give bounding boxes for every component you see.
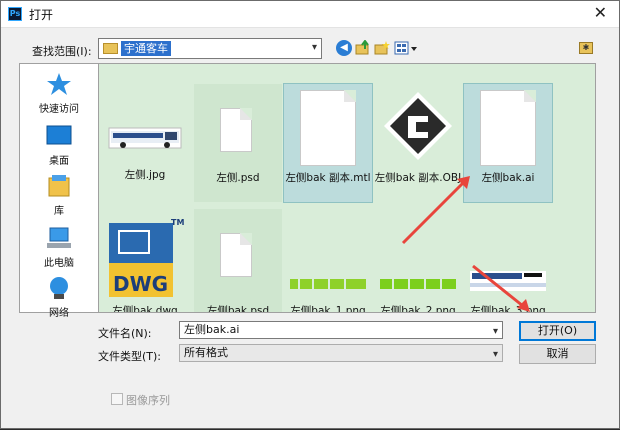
image-sequence-checkbox[interactable]: 图像序列 [111,392,170,408]
library-icon [48,175,70,197]
obj-file-icon [384,92,452,160]
up-folder-button[interactable] [355,39,371,56]
file-name: 左侧bak_2.png [380,305,456,313]
filename-value: 左侧bak.ai [184,323,240,336]
filetype-label: 文件类型(T): [98,350,162,363]
checkbox-icon [111,393,123,405]
lookin-value: 宇通客车 [121,41,171,56]
dwg-file-icon: DWG TM [109,218,184,297]
image-thumbnail-icon [108,127,182,149]
file-item[interactable]: 左侧bak.psd [194,209,282,313]
place-library[interactable]: 库 [20,174,98,217]
svg-text:DWG: DWG [113,272,168,296]
image-strip-icon [290,279,366,289]
chevron-down-icon: ▾ [492,349,498,360]
place-this-pc[interactable]: 此电脑 [20,226,98,269]
up-folder-icon [355,39,369,55]
file-item[interactable]: 左侧.psd [194,84,282,202]
photoshop-app-icon: Ps [8,7,22,21]
filename-label: 文件名(N): [98,327,152,340]
view-menu-button[interactable] [394,40,418,56]
chevron-down-icon: ▾ [311,42,317,53]
file-item[interactable]: 左侧bak_2.png [374,209,462,313]
filetype-value: 所有格式 [184,346,228,359]
file-name: 左侧bak.ai [481,172,535,184]
image-strip-icon [380,279,456,289]
svg-text:TM: TM [171,218,184,227]
document-icon [300,90,356,166]
place-desktop[interactable]: 桌面 [20,124,98,167]
file-name: 左侧bak.dwg [112,305,178,313]
chevron-down-icon[interactable]: ▾ [493,324,498,340]
file-item-selected[interactable]: 左侧bak.ai [463,83,553,203]
lookin-dropdown[interactable]: 宇通客车 ▾ [98,38,322,59]
desktop-icon [46,125,72,145]
file-name: 左侧bak 副本.OBJ [374,172,462,184]
folder-icon [103,43,118,54]
file-name: 左侧bak.psd [206,305,270,313]
place-label: 快速访问 [39,104,79,115]
title-bar: Ps 打开 ✕ [1,1,619,28]
file-name: 左侧bak_3.png [470,305,546,313]
place-label: 网络 [49,308,69,319]
image-sequence-label: 图像序列 [126,394,170,407]
place-network[interactable]: 网络 [20,276,98,319]
star-icon [47,73,71,95]
filetype-dropdown[interactable]: 所有格式 ▾ [179,344,503,362]
open-button[interactable]: 打开(O) [519,321,596,341]
new-folder-button[interactable] [374,40,390,56]
close-button[interactable]: ✕ [594,4,607,22]
place-label: 桌面 [49,156,69,167]
document-icon [220,108,252,152]
image-thumbnail-icon [470,271,546,291]
file-item[interactable]: 左侧bak 副本.OBJ [374,84,462,202]
file-item[interactable]: 左侧bak_1.png [284,209,372,313]
place-label: 库 [54,206,64,217]
filename-input[interactable]: 左侧bak.ai ▾ [179,321,503,339]
computer-icon [47,227,71,248]
places-bar: 快速访问 桌面 库 此电脑 网络 [19,63,99,319]
open-dialog: Ps 打开 ✕ 查找范围(I): 宇通客车 ▾ ◀ ✱ 快速访问 桌面 库 此电… [0,0,620,429]
folder-star-icon[interactable]: ✱ [579,42,593,54]
file-name: 左侧.jpg [124,169,166,181]
file-item[interactable]: 左侧.jpg [101,64,189,182]
file-item[interactable]: 左侧bak_3.png [464,209,552,313]
place-label: 此电脑 [44,258,74,269]
lookin-label: 查找范围(I): [32,45,92,58]
place-quick-access[interactable]: 快速访问 [20,72,98,115]
dialog-title: 打开 [29,8,54,22]
cancel-button[interactable]: 取消 [519,344,596,364]
file-list: 左侧.jpg 左侧.psd 左侧bak 副本.mtl 左侧bak 副本.OBJ … [98,63,596,313]
file-name: 左侧bak 副本.mtl [285,172,371,184]
view-menu-icon [394,41,417,55]
file-item[interactable]: 左侧bak 副本.mtl [283,83,373,203]
back-button[interactable]: ◀ [336,40,352,56]
file-item[interactable]: DWG TM 左侧bak.dwg [101,209,189,313]
new-folder-icon [374,41,390,55]
file-name: 左侧.psd [216,172,260,184]
network-icon [50,277,68,299]
document-icon [480,90,536,166]
file-name: 左侧bak_1.png [290,305,366,313]
document-icon [220,233,252,277]
